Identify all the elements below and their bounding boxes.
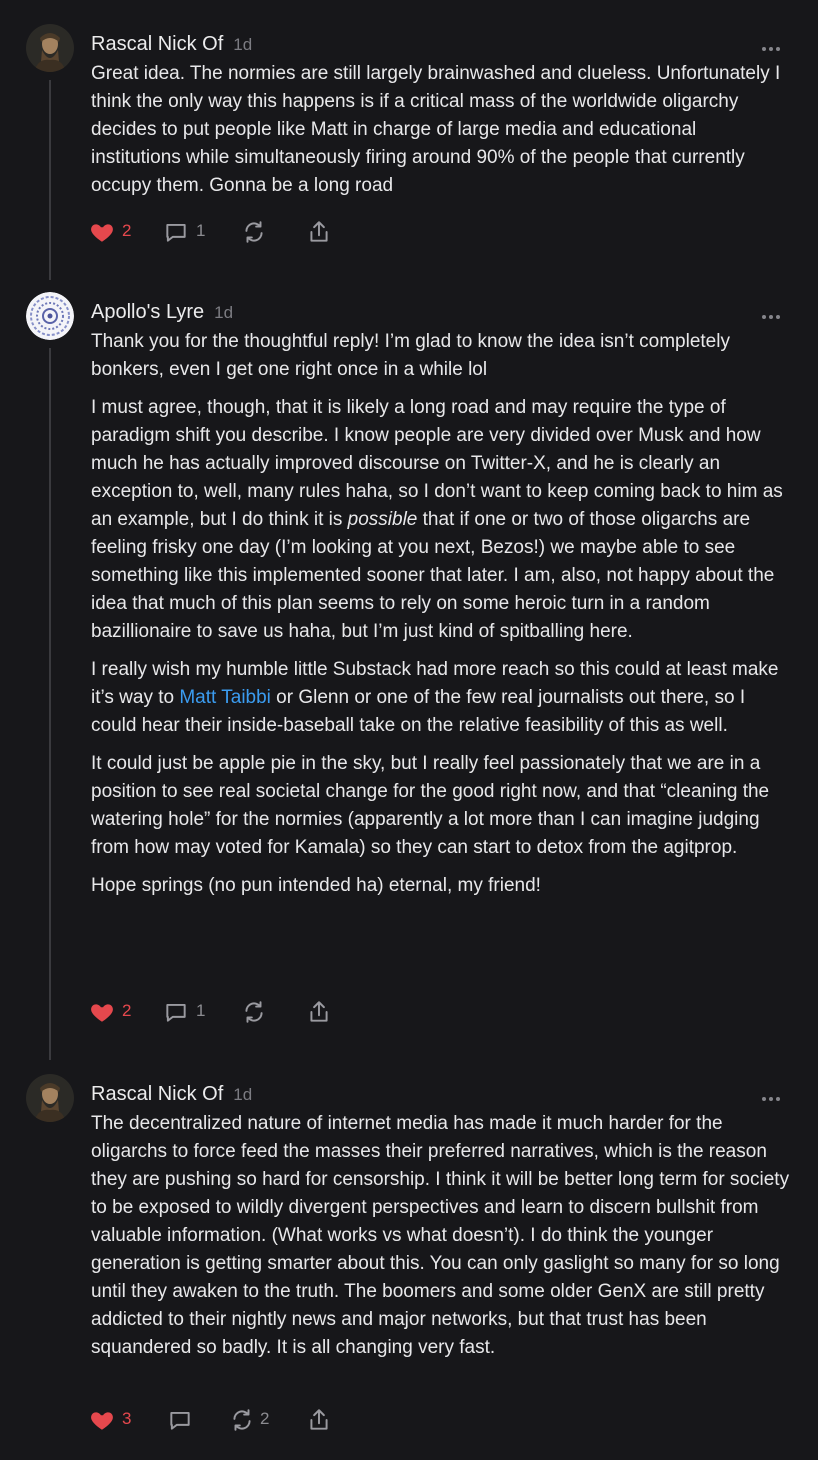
restack-button[interactable]: 2: [229, 1406, 275, 1434]
restack-button[interactable]: [241, 218, 275, 246]
restack-button[interactable]: [241, 998, 275, 1026]
author-name[interactable]: Rascal Nick Of: [91, 1083, 223, 1105]
comment-author[interactable]: Apollo's Lyre 1d: [91, 300, 233, 325]
comment-bubble-icon: [166, 223, 186, 242]
restack-icon: [245, 1001, 263, 1023]
share-icon: [310, 1001, 328, 1022]
comment-paragraph: Thank you for the thoughtful reply! I’m …: [91, 331, 730, 380]
like-button[interactable]: 3: [89, 1406, 135, 1434]
reply-button[interactable]: [167, 1406, 197, 1434]
more-dots-icon[interactable]: [758, 44, 784, 54]
like-button[interactable]: 2: [89, 218, 135, 246]
share-button[interactable]: [306, 998, 334, 1026]
share-button[interactable]: [306, 1406, 334, 1434]
restack-icon: [245, 221, 263, 243]
thread-line: [49, 348, 51, 1060]
comment-paragraph: I must agree, though, that it is likely …: [91, 397, 783, 642]
comment-body: The decentralized nature of internet med…: [91, 1110, 791, 1362]
restack-count: 2: [260, 1409, 270, 1428]
more-dots-icon[interactable]: [758, 1094, 784, 1104]
heart-icon: [91, 224, 113, 242]
comment-paragraph: Great idea. The normies are still largel…: [91, 63, 781, 196]
comment-paragraph: It could just be apple pie in the sky, b…: [91, 753, 770, 858]
comment-author[interactable]: Rascal Nick Of 1d: [91, 1082, 252, 1107]
like-count: 2: [122, 1001, 132, 1020]
comment-paragraph: The decentralized nature of internet med…: [91, 1113, 790, 1358]
avatar[interactable]: [26, 292, 74, 340]
mention-link[interactable]: Matt Taibbi: [179, 687, 271, 708]
restack-icon: [233, 1409, 251, 1431]
like-count: 2: [122, 221, 132, 240]
more-dots-icon[interactable]: [758, 312, 784, 322]
share-icon: [310, 221, 328, 242]
like-count: 3: [122, 1409, 132, 1428]
share-icon: [310, 1409, 328, 1430]
thread-line: [49, 80, 51, 280]
emphasis-text: possible: [347, 509, 418, 530]
comment-author[interactable]: Rascal Nick Of 1d: [91, 32, 252, 57]
author-name[interactable]: Rascal Nick Of: [91, 33, 223, 55]
avatar[interactable]: [26, 24, 74, 72]
comment-bubble-icon: [166, 1003, 186, 1022]
reply-count: 1: [196, 221, 206, 240]
reply-button[interactable]: 1: [163, 218, 207, 246]
heart-icon: [91, 1412, 113, 1430]
comment-body: Great idea. The normies are still largel…: [91, 60, 791, 200]
comment-body: Thank you for the thoughtful reply! I’m …: [91, 328, 791, 900]
comment-time: 1d: [214, 303, 234, 322]
share-button[interactable]: [306, 218, 334, 246]
comment-time: 1d: [233, 35, 253, 54]
comment-paragraph: I really wish my humble little Substack …: [91, 659, 779, 736]
author-name[interactable]: Apollo's Lyre: [91, 301, 204, 323]
reply-button[interactable]: 1: [163, 998, 207, 1026]
heart-icon: [91, 1004, 113, 1022]
comment-bubble-icon: [170, 1411, 190, 1430]
comment-paragraph: Hope springs (no pun intended ha) eterna…: [91, 875, 541, 896]
like-button[interactable]: 2: [89, 998, 135, 1026]
reply-count: 1: [196, 1001, 206, 1020]
comment-time: 1d: [233, 1085, 253, 1104]
avatar[interactable]: [26, 1074, 74, 1122]
